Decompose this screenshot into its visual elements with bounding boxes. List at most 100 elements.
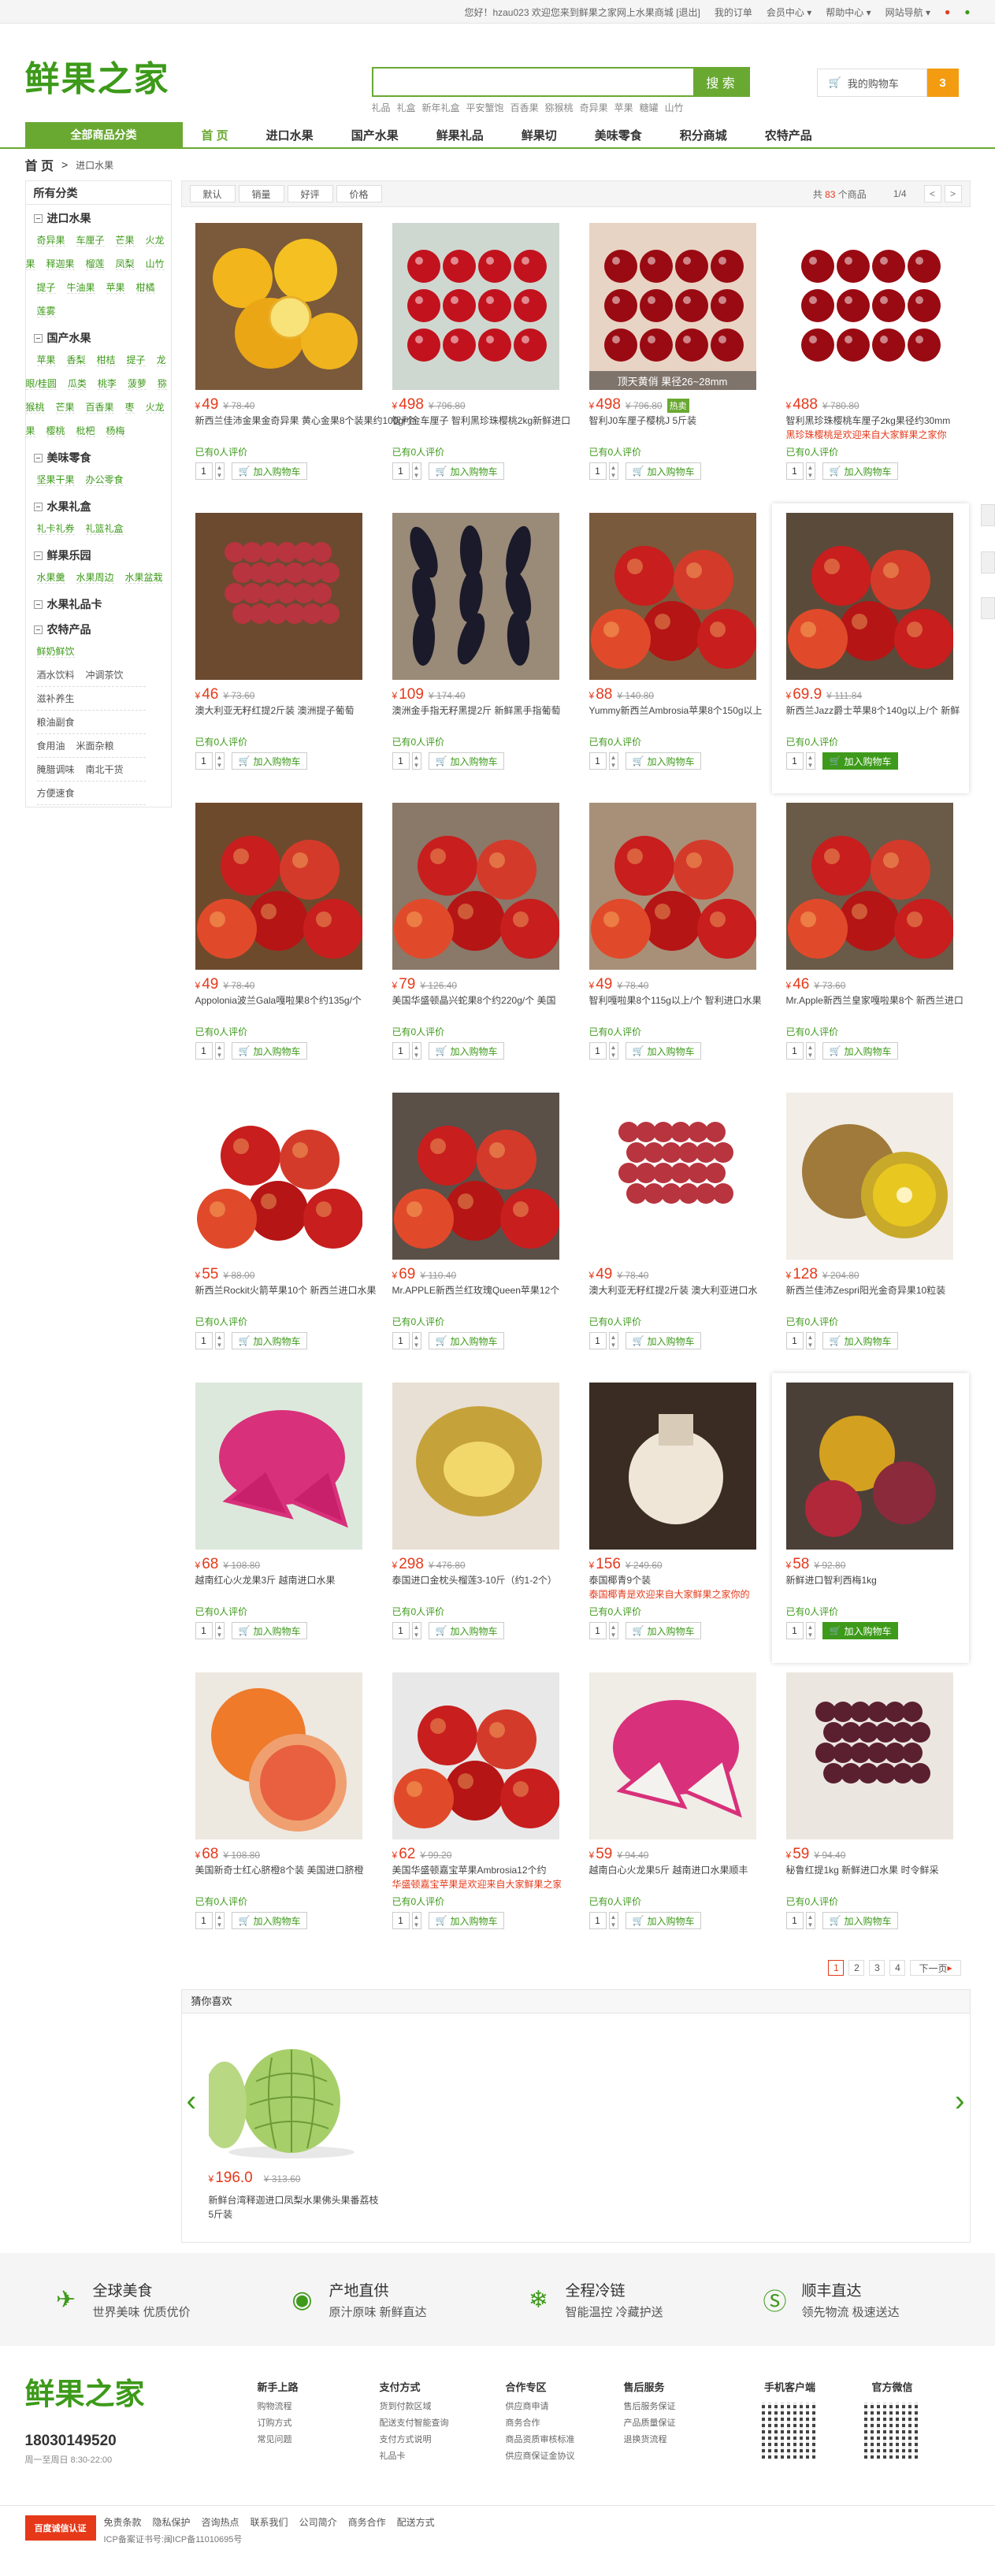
sidebar-item[interactable]: 莲雾 xyxy=(36,306,56,317)
sidebar-item[interactable]: 柑橘 xyxy=(136,282,155,294)
quantity-stepper[interactable]: ▲ ▼ xyxy=(805,752,815,770)
float-top-icon[interactable] xyxy=(981,597,995,619)
product-name[interactable]: 智利J0车厘子樱桃J 5斤装 xyxy=(589,415,697,426)
product-image[interactable] xyxy=(195,1093,362,1260)
sidebar-item[interactable]: 水果盆栽 xyxy=(124,572,163,584)
product-name[interactable]: 美国新奇士红心脐橙8个装 美国进口脐橙 xyxy=(195,1865,364,1876)
quantity-input[interactable]: 1 xyxy=(785,1332,804,1349)
sidebar-item[interactable]: 桃李 xyxy=(97,378,117,390)
quantity-input[interactable]: 1 xyxy=(785,1912,804,1929)
sidebar-item[interactable]: 菠萝 xyxy=(127,378,147,390)
sort-price-button[interactable]: 价格 xyxy=(336,185,382,202)
hot-keyword-link[interactable]: 糖罐 xyxy=(640,101,659,114)
add-to-cart-button[interactable]: 🛒 加入购物车 xyxy=(625,1912,702,1929)
add-to-cart-button[interactable]: 🛒 加入购物车 xyxy=(428,1332,505,1349)
quantity-stepper[interactable]: ▲ ▼ xyxy=(608,1042,618,1060)
sort-sales-button[interactable]: 销量 xyxy=(238,185,284,202)
quantity-input[interactable]: 1 xyxy=(588,1622,607,1639)
add-to-cart-button[interactable]: 🛒 加入购物车 xyxy=(822,752,899,770)
add-to-cart-button[interactable]: 🛒 加入购物车 xyxy=(231,1912,308,1929)
sidebar-item[interactable]: 粮油副食 xyxy=(37,711,75,733)
quantity-input[interactable]: 1 xyxy=(785,752,804,770)
product-image[interactable] xyxy=(392,1383,559,1550)
sidebar-item[interactable]: 芒果 xyxy=(115,235,135,247)
sidebar-item[interactable]: 枇杷 xyxy=(76,425,95,437)
bottom-link[interactable]: 咨询热点 xyxy=(202,2515,239,2529)
breadcrumb-home[interactable]: 首 页 xyxy=(25,155,54,174)
cart-button[interactable]: 🛒 我的购物车 xyxy=(816,69,927,97)
quantity-stepper[interactable]: ▲ ▼ xyxy=(214,1042,225,1060)
footer-link[interactable]: 产品质量保证 xyxy=(624,2415,676,2432)
site-nav-link[interactable]: 网站导航 ▾ xyxy=(885,6,930,19)
bottom-link[interactable]: 联系我们 xyxy=(251,2515,288,2529)
product-name[interactable]: Yummy新西兰Ambrosia苹果8个150g以上 xyxy=(589,705,763,716)
product-image[interactable] xyxy=(588,803,756,970)
sidebar-item[interactable]: 奇异果 xyxy=(36,235,65,247)
product-name[interactable]: 澳大利亚无籽红提2斤装 澳洲提子葡萄 xyxy=(195,705,355,716)
sidebar-group-header[interactable]: 进口水果 xyxy=(26,208,171,228)
product-image[interactable] xyxy=(392,513,559,680)
hot-keyword-link[interactable]: 苹果 xyxy=(614,101,633,114)
sidebar-item[interactable]: 凤梨 xyxy=(115,258,135,270)
add-to-cart-button[interactable]: 🛒 加入购物车 xyxy=(428,1042,505,1060)
float-service-icon[interactable] xyxy=(981,551,995,573)
sidebar-item[interactable]: 杨梅 xyxy=(106,425,125,437)
sidebar-group-header[interactable]: 农特产品 xyxy=(26,619,171,640)
sidebar-item[interactable]: 释迦果 xyxy=(46,258,75,270)
sidebar-item[interactable]: 樱桃 xyxy=(46,425,65,437)
product-name[interactable]: 美国华盛顿嘉宝苹果Ambrosia12个约 xyxy=(392,1865,547,1876)
review-count[interactable]: 已有0人评价 xyxy=(392,1025,561,1037)
sidebar-item[interactable]: 南北干货 xyxy=(86,758,124,781)
product-name[interactable]: 新西兰Jazz爵士苹果8个140g以上/个 新鲜 xyxy=(786,705,960,716)
product-name[interactable]: 泰国椰青9个装 xyxy=(589,1575,652,1586)
collapse-icon[interactable] xyxy=(33,213,43,223)
sidebar-group-header[interactable]: 水果礼品卡 xyxy=(26,594,171,614)
member-center-link[interactable]: 会员中心 ▾ xyxy=(767,6,811,19)
quantity-stepper[interactable]: ▲ ▼ xyxy=(411,752,421,770)
quantity-stepper[interactable]: ▲ ▼ xyxy=(411,1332,421,1349)
quantity-input[interactable]: 1 xyxy=(588,1912,607,1929)
hot-keyword-link[interactable]: 礼品 xyxy=(372,101,391,114)
product-image[interactable] xyxy=(195,513,362,680)
quantity-input[interactable]: 1 xyxy=(392,1042,410,1060)
review-count[interactable]: 已有0人评价 xyxy=(392,735,561,748)
nav-item[interactable]: 美味零食 xyxy=(576,122,661,147)
product-image[interactable] xyxy=(785,803,953,970)
next-page-button[interactable]: 下一页 ▸ xyxy=(910,1960,961,1976)
review-count[interactable]: 已有0人评价 xyxy=(195,1025,364,1037)
quantity-stepper[interactable]: ▲ ▼ xyxy=(805,1042,815,1060)
product-image[interactable] xyxy=(588,513,756,680)
bottom-link[interactable]: 公司简介 xyxy=(299,2515,337,2529)
quantity-stepper[interactable]: ▲ ▼ xyxy=(608,752,618,770)
sidebar-item[interactable]: 榴莲 xyxy=(85,258,105,270)
sidebar-item[interactable]: 苹果 xyxy=(36,354,56,366)
quantity-stepper[interactable]: ▲ ▼ xyxy=(214,1912,225,1929)
add-to-cart-button[interactable]: 🛒 加入购物车 xyxy=(822,462,899,480)
product-name[interactable]: 新西兰Rockit火箭苹果10个 新西兰进口水果 xyxy=(195,1285,377,1296)
product-name[interactable]: 美国华盛顿晶兴蛇果8个约220g/个 美国 xyxy=(392,995,556,1006)
quantity-stepper[interactable]: ▲ ▼ xyxy=(805,462,815,480)
sidebar-item[interactable]: 礼卡礼券 xyxy=(36,523,75,535)
quantity-stepper[interactable]: ▲ ▼ xyxy=(214,1332,225,1349)
nav-item[interactable]: 积分商城 xyxy=(661,122,746,147)
quantity-input[interactable]: 1 xyxy=(195,462,213,480)
quantity-input[interactable]: 1 xyxy=(588,1332,607,1349)
footer-link[interactable]: 订购方式 xyxy=(258,2415,299,2432)
product-name[interactable]: 秘鲁红提1kg 新鲜进口水果 时令鲜采 xyxy=(786,1865,939,1876)
product-name[interactable]: 智利嘎啦果8个115g以上/个 智利进口水果 xyxy=(589,995,762,1006)
float-cart-icon[interactable] xyxy=(981,504,995,526)
sidebar-item[interactable]: 苹果 xyxy=(106,282,125,294)
quantity-input[interactable]: 1 xyxy=(392,1912,410,1929)
product-name[interactable]: 泰国进口金枕头榴莲3-10斤（约1-2个） xyxy=(392,1575,557,1586)
hot-keyword-link[interactable]: 新年礼盒 xyxy=(422,101,460,114)
product-image[interactable] xyxy=(195,1383,362,1550)
product-name[interactable]: 新鲜进口智利西梅1kg xyxy=(786,1575,877,1586)
sidebar-item[interactable]: 方便速食 xyxy=(37,781,75,804)
review-count[interactable]: 已有0人评价 xyxy=(392,1315,561,1327)
review-count[interactable]: 已有0人评价 xyxy=(195,735,364,748)
product-image[interactable] xyxy=(785,1672,953,1839)
review-count[interactable]: 已有0人评价 xyxy=(589,1315,758,1327)
quantity-stepper[interactable]: ▲ ▼ xyxy=(608,1332,618,1349)
sidebar-item[interactable]: 腌腊调味 xyxy=(37,758,75,781)
site-logo[interactable]: 鲜果之家 xyxy=(25,55,191,104)
